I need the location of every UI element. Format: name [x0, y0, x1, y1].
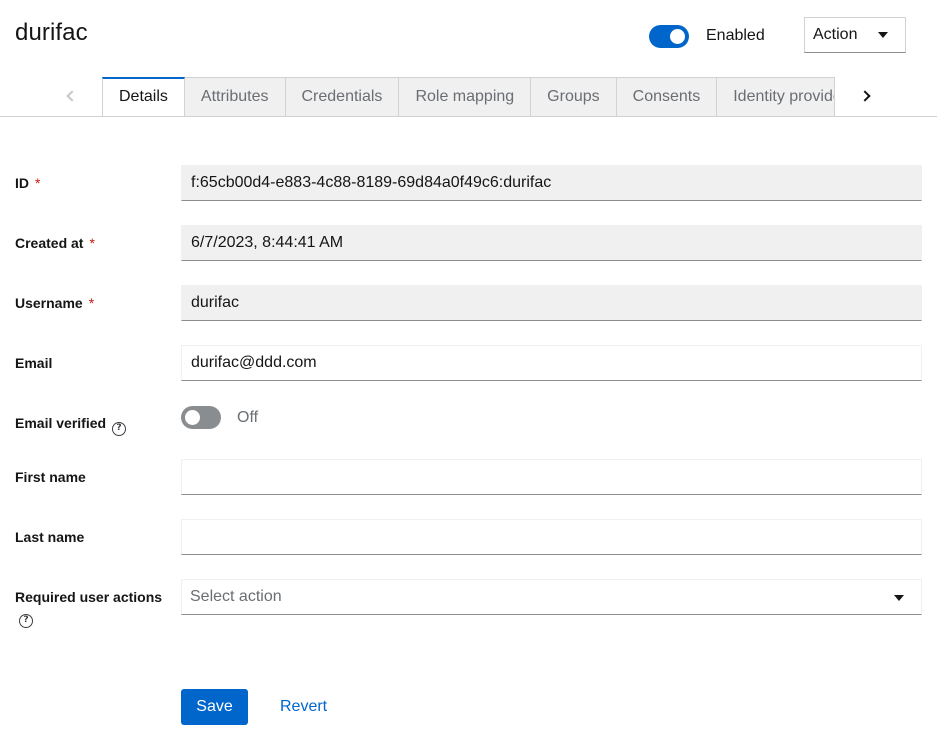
last-name-field[interactable]: [181, 519, 922, 555]
tab-attributes[interactable]: Attributes: [184, 77, 286, 116]
tab-scroll-right-button[interactable]: [834, 77, 874, 116]
enabled-label: Enabled: [706, 27, 765, 44]
id-label: ID *: [15, 175, 40, 191]
action-dropdown-label: Action: [813, 26, 858, 43]
email-label: Email: [15, 355, 53, 371]
first-name-label: First name: [15, 469, 86, 485]
revert-button[interactable]: Revert: [280, 698, 327, 716]
action-dropdown[interactable]: Action: [804, 17, 906, 53]
email-verified-state: Off: [237, 409, 259, 426]
first-name-field[interactable]: [181, 459, 922, 495]
id-label-text: ID: [15, 175, 29, 191]
username-label-text: Username: [15, 295, 83, 311]
tabs-scroll-area: Details Attributes Credentials Role mapp…: [102, 77, 834, 116]
tab-role-mapping[interactable]: Role mapping: [399, 77, 532, 116]
email-verified-label: Email verified?: [15, 415, 127, 436]
tab-scroll-left-button[interactable]: [56, 77, 88, 116]
email-verified-label-text: Email verified: [15, 415, 107, 431]
chevron-right-icon: [859, 90, 871, 102]
created-at-label: Created at *: [15, 235, 95, 251]
tabs-bar: Details Attributes Credentials Role mapp…: [0, 77, 937, 117]
tab-groups[interactable]: Groups: [531, 77, 617, 116]
email-verified-toggle[interactable]: [181, 406, 221, 429]
page-title: durifac: [15, 19, 88, 46]
tab-credentials[interactable]: Credentials: [285, 77, 400, 116]
required-actions-label: Required user actions: [15, 589, 163, 605]
tab-consents[interactable]: Consents: [616, 77, 718, 116]
help-icon[interactable]: ?: [19, 614, 33, 628]
created-at-label-text: Created at: [15, 235, 84, 251]
chevron-left-icon: [66, 90, 78, 102]
toggle-knob: [185, 410, 200, 425]
created-at-field[interactable]: 6/7/2023, 8:44:41 AM: [181, 225, 922, 261]
required-marker: *: [35, 175, 41, 191]
caret-down-icon: [894, 595, 904, 601]
last-name-label: Last name: [15, 529, 85, 545]
email-field[interactable]: durifac@ddd.com: [181, 345, 922, 381]
id-field[interactable]: f:65cb00d4-e883-4c88-8189-69d84a0f49c6:d…: [181, 165, 922, 201]
username-field[interactable]: durifac: [181, 285, 922, 321]
required-actions-placeholder: Select action: [190, 588, 282, 605]
required-actions-select[interactable]: Select action: [181, 579, 922, 615]
required-marker: *: [88, 295, 95, 311]
save-button[interactable]: Save: [181, 689, 248, 725]
enabled-toggle[interactable]: [649, 25, 689, 48]
username-label: Username *: [15, 295, 94, 311]
help-icon[interactable]: ?: [112, 422, 127, 436]
caret-down-icon: [878, 32, 888, 38]
tab-identity-provider-links[interactable]: Identity provider links: [717, 77, 834, 116]
required-marker: *: [89, 235, 95, 251]
toggle-knob: [670, 29, 685, 44]
tab-details[interactable]: Details: [102, 77, 185, 116]
